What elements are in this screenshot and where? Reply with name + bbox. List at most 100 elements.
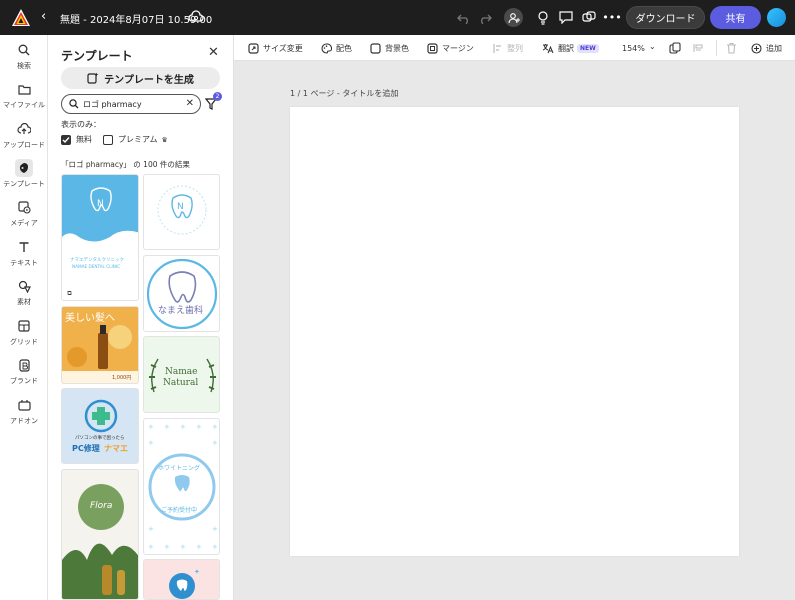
template-thumb-dental-pink[interactable]: ✦: [143, 559, 220, 600]
adobe-express-logo[interactable]: [12, 9, 30, 26]
rail-item-search[interactable]: 検索: [0, 41, 48, 79]
template-caption: なまえ歯科: [158, 306, 204, 316]
zoom-level[interactable]: 154%: [622, 44, 645, 53]
add-label: 追加: [766, 43, 782, 53]
layers-icon[interactable]: [692, 40, 708, 56]
template-thumb-whitening[interactable]: + + + + + + + + + + + + + + ホワイトニング ご予約受付中: [143, 418, 220, 555]
svg-text:+: +: [212, 439, 218, 447]
top-bar: ‹ 無題 - 2024年8月07日 10.59.00 ••• ダウンロード 共有: [0, 0, 795, 35]
cloud-sync-icon: [188, 10, 204, 22]
background-color-button[interactable]: 背景色: [370, 40, 409, 56]
rail-item-upload[interactable]: アップロード: [0, 120, 48, 158]
panel-title: テンプレート: [61, 49, 133, 63]
upload-icon: [15, 120, 33, 138]
margin-label: マージン: [442, 43, 474, 53]
generate-sparkle-icon: [87, 72, 99, 84]
clear-search-icon[interactable]: ✕: [186, 98, 194, 109]
free-filter-checkbox[interactable]: 無料: [61, 134, 92, 145]
close-icon[interactable]: ✕: [208, 45, 219, 60]
translate-button[interactable]: 翻訳 NEW: [542, 40, 599, 56]
rail-label: アドオン: [10, 417, 38, 425]
align-button[interactable]: 整列: [493, 40, 523, 56]
template-caption: 美しい髪へ: [65, 313, 115, 324]
background-color-icon: [370, 42, 381, 54]
undo-icon[interactable]: [455, 9, 473, 26]
folder-icon: [15, 80, 33, 98]
redo-icon[interactable]: [476, 9, 494, 26]
template-thumb-namae-dental[interactable]: なまえ歯科: [143, 255, 220, 332]
premium-label: プレミアム: [118, 135, 158, 144]
template-price: 1,000円: [112, 375, 132, 381]
template-title: PC修理: [72, 444, 100, 453]
share-button[interactable]: 共有: [710, 6, 761, 29]
addon-icon: [15, 396, 33, 414]
translate-icon: [542, 43, 554, 53]
rail-item-elements[interactable]: 素材: [0, 277, 48, 315]
rail-item-grid[interactable]: グリッド: [0, 317, 48, 355]
template-thumb-flora[interactable]: Flora: [61, 469, 139, 600]
checkbox-checked[interactable]: [61, 134, 71, 145]
delete-icon[interactable]: [726, 40, 741, 56]
invite-user-icon[interactable]: [504, 8, 523, 27]
back-chevron-icon[interactable]: ‹: [41, 9, 46, 24]
page-title-label[interactable]: 1 / 1 ページ - タイトルを追加: [290, 88, 398, 99]
svg-text:+: +: [148, 439, 154, 447]
template-thumb-dental-clinic[interactable]: N ナマエデンタルクリニック NAMAE DENTAL CLINIC ⧉: [61, 174, 139, 301]
search-input[interactable]: [83, 99, 183, 109]
filter-count-badge: 2: [213, 92, 222, 101]
add-page-button[interactable]: 追加: [751, 40, 782, 56]
svg-text:+: +: [180, 543, 186, 551]
palette-icon: [321, 42, 332, 54]
rail-label: 素材: [17, 298, 31, 306]
color-button[interactable]: 配色: [321, 40, 352, 56]
editor-toolbar: サイズ変更 配色 背景色 マージン 整列 翻訳 NEW 154% ⌄ 追加: [234, 35, 795, 61]
shapes-icon: [15, 277, 33, 295]
template-caption: Namae: [165, 367, 198, 377]
rail-item-addons[interactable]: アドオン: [0, 396, 48, 434]
rail-item-media[interactable]: メディア: [0, 198, 48, 236]
template-thumb-pc-repair[interactable]: パソコンの事で困ったら PC修理 ナマエ: [61, 388, 139, 464]
rail-item-templates[interactable]: テンプレート: [0, 159, 48, 197]
template-thumb-namae-natural[interactable]: Namae Natural: [143, 336, 220, 413]
template-thumb-hair[interactable]: 美しい髪へ 1,000円: [61, 306, 139, 384]
rail-label: グリッド: [10, 338, 38, 346]
background-color-label: 背景色: [385, 43, 409, 53]
generate-template-button[interactable]: テンプレートを生成: [61, 67, 220, 89]
duplicate-page-icon[interactable]: [669, 40, 685, 56]
template-thumb-dental-n[interactable]: N: [143, 174, 220, 250]
comment-icon[interactable]: [557, 9, 575, 26]
download-button[interactable]: ダウンロード: [626, 6, 705, 29]
resize-button[interactable]: サイズ変更: [248, 40, 303, 56]
template-caption: ホワイトニング: [158, 465, 201, 472]
rail-label: 検索: [17, 62, 31, 70]
rail-item-my-files[interactable]: マイファイル: [0, 80, 48, 118]
new-badge: NEW: [577, 43, 599, 53]
margin-button[interactable]: マージン: [427, 40, 474, 56]
rail-item-brand[interactable]: ブランド: [0, 356, 48, 394]
filter-icon[interactable]: 2: [204, 92, 222, 112]
search-icon: [15, 41, 33, 59]
template-icon: [15, 159, 33, 177]
more-icon[interactable]: •••: [602, 9, 621, 26]
toolbar-divider: [716, 40, 717, 56]
lightbulb-icon[interactable]: [534, 9, 552, 26]
rail-item-text[interactable]: テキスト: [0, 238, 48, 276]
chevron-down-icon[interactable]: ⌄: [649, 42, 656, 51]
grid-icon: [15, 317, 33, 335]
template-panel: テンプレート ✕ テンプレートを生成 ✕ 2 表示のみ： 無料 プレミアム ♛ …: [48, 35, 234, 600]
generate-template-label: テンプレートを生成: [104, 74, 194, 86]
template-subcaption: NAMAE DENTAL CLINIC: [72, 264, 120, 269]
premium-filter-checkbox[interactable]: プレミアム ♛: [103, 134, 168, 145]
svg-text:+: +: [148, 423, 154, 431]
avatar[interactable]: [767, 8, 786, 27]
template-caption: ナマエデンタルクリニック: [70, 258, 124, 263]
resize-icon: [248, 42, 259, 54]
svg-text:+: +: [180, 423, 186, 431]
checkbox-unchecked[interactable]: [103, 134, 113, 145]
margin-icon: [427, 42, 438, 54]
canvas-page[interactable]: [290, 107, 739, 556]
svg-text:+: +: [196, 423, 202, 431]
share-link-icon[interactable]: [580, 9, 598, 26]
svg-text:+: +: [212, 423, 218, 431]
svg-text:+: +: [212, 543, 218, 551]
